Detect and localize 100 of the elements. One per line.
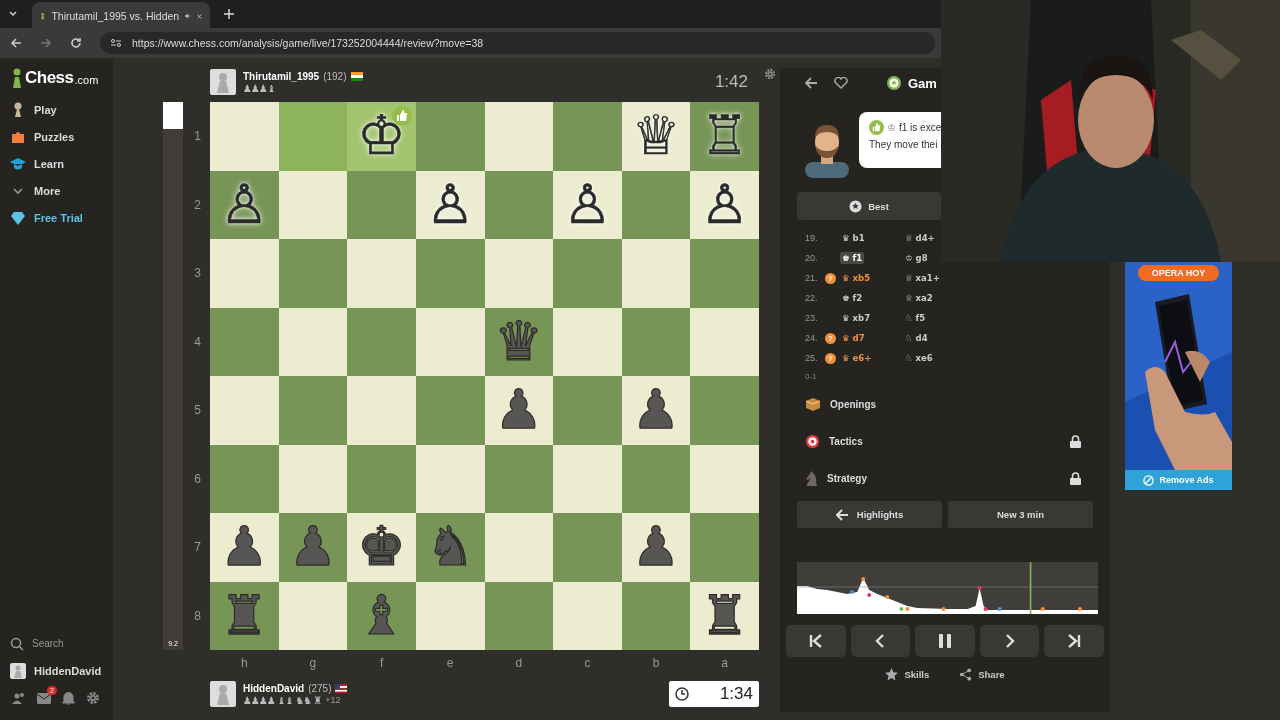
- board-square[interactable]: [278, 307, 348, 376]
- board-square[interactable]: ♟: [484, 376, 554, 445]
- chess-piece[interactable]: ♙: [220, 177, 269, 232]
- move[interactable]: ♛ e6+: [840, 352, 874, 364]
- move[interactable]: ♕ xa1+: [903, 272, 942, 284]
- board-square[interactable]: ♔: [347, 102, 416, 171]
- review-section[interactable]: Tactics: [797, 424, 1093, 458]
- board-square[interactable]: ♕: [621, 102, 691, 171]
- file-label: a: [720, 655, 730, 672]
- board-square[interactable]: [484, 170, 554, 239]
- board-square[interactable]: [484, 581, 554, 650]
- board-square[interactable]: ♙: [415, 170, 485, 239]
- board-square[interactable]: [484, 513, 554, 582]
- board-square[interactable]: [415, 307, 485, 376]
- move[interactable]: ♚ f1: [840, 252, 865, 264]
- board-square[interactable]: [621, 239, 691, 308]
- move[interactable]: ♘ f5: [903, 312, 928, 324]
- settings-icon[interactable]: [764, 68, 776, 80]
- first-move-button[interactable]: [786, 625, 846, 657]
- board-square[interactable]: [621, 307, 691, 376]
- board-square[interactable]: ♟: [621, 376, 691, 445]
- chess-piece[interactable]: ♟: [631, 383, 681, 438]
- chess-piece[interactable]: ♙: [563, 177, 612, 232]
- board-square[interactable]: ♟: [621, 513, 691, 582]
- move[interactable]: ♘ d4: [903, 332, 930, 344]
- pause-button[interactable]: [915, 625, 975, 657]
- sidebar-item[interactable]: More: [10, 177, 113, 204]
- new-tab-icon[interactable]: [224, 9, 234, 19]
- review-section[interactable]: Strategy: [797, 461, 1093, 495]
- board-square[interactable]: [278, 170, 348, 239]
- best-move-button[interactable]: Best: [797, 192, 941, 220]
- browser-tab[interactable]: Thirutamil_1995 vs. Hidden: [32, 2, 210, 30]
- board-square[interactable]: [484, 444, 554, 513]
- sidebar-item[interactable]: Learn: [10, 150, 113, 177]
- footer-link[interactable]: Share: [953, 667, 1011, 682]
- board-square[interactable]: ♚: [347, 513, 416, 582]
- board-square[interactable]: ♖: [690, 102, 759, 171]
- last-move-button[interactable]: [1044, 625, 1104, 657]
- move[interactable]: ♛ xb7: [840, 312, 873, 324]
- board-square[interactable]: ♜: [690, 581, 759, 650]
- chess-logo[interactable]: Chess.com: [10, 68, 99, 88]
- board-square[interactable]: [621, 444, 691, 513]
- board-square[interactable]: ♙: [690, 170, 759, 239]
- board-square[interactable]: [278, 376, 348, 445]
- reload-icon[interactable]: [70, 37, 82, 49]
- board-square[interactable]: [278, 444, 348, 513]
- chess-piece[interactable]: ♔: [357, 109, 406, 164]
- chess-piece[interactable]: ♙: [700, 177, 749, 232]
- player-name[interactable]: HiddenDavid: [243, 682, 305, 694]
- board-square[interactable]: [278, 239, 348, 308]
- chess-piece[interactable]: ♖: [700, 109, 749, 164]
- footer-link[interactable]: Skills: [879, 667, 936, 682]
- board-square[interactable]: [621, 170, 691, 239]
- back-arrow-icon[interactable]: [805, 77, 818, 89]
- friends-icon[interactable]: [12, 691, 26, 705]
- move[interactable]: ♔ g8: [903, 252, 930, 264]
- chess-piece[interactable]: ♜: [700, 588, 749, 643]
- player-name[interactable]: Thirutamil_1995: [243, 70, 320, 82]
- move[interactable]: ♛ d7: [840, 332, 867, 344]
- chess-piece[interactable]: ♚: [357, 520, 406, 575]
- review-section[interactable]: Openings: [797, 387, 1093, 421]
- chess-piece[interactable]: ♟: [494, 383, 543, 438]
- search-item[interactable]: Search: [10, 630, 113, 657]
- move[interactable]: ♕ xa2: [903, 292, 935, 304]
- move[interactable]: ♛ b1: [840, 232, 867, 244]
- board-square[interactable]: ♙: [553, 170, 622, 239]
- move[interactable]: ♛ xb5: [840, 272, 873, 284]
- avatar-icon: [210, 69, 236, 95]
- flag-icon: [335, 683, 348, 693]
- mail-icon[interactable]: [37, 692, 51, 704]
- sidebar-item[interactable]: Free Trial: [10, 204, 113, 231]
- address-bar[interactable]: https://www.chess.com/analysis/game/live/173252004444/review?move=38: [100, 32, 935, 54]
- speaker-icon[interactable]: [185, 11, 192, 21]
- highlights-button[interactable]: Highlights: [797, 501, 942, 528]
- new-game-button[interactable]: New 3 min: [948, 501, 1093, 528]
- chess-piece[interactable]: ♙: [425, 177, 475, 232]
- settings-icon[interactable]: [86, 691, 100, 705]
- heart-icon[interactable]: [834, 77, 848, 89]
- bell-icon[interactable]: [62, 691, 75, 705]
- tab-list-icon[interactable]: [8, 9, 18, 19]
- move[interactable]: ♚ f2: [840, 292, 865, 304]
- board-square[interactable]: [484, 102, 554, 171]
- profile-item[interactable]: HiddenDavid: [10, 657, 113, 684]
- board-square[interactable]: ♙: [210, 170, 279, 239]
- board-square[interactable]: [484, 239, 554, 308]
- move[interactable]: ♕ d4+: [903, 232, 937, 244]
- sidebar-item[interactable]: Play: [10, 96, 113, 123]
- sidebar-item[interactable]: Puzzles: [10, 123, 113, 150]
- chess-piece[interactable]: ♟: [220, 520, 269, 575]
- move[interactable]: ♘ xe6: [903, 352, 935, 364]
- forward-icon[interactable]: [40, 37, 52, 49]
- back-icon[interactable]: [10, 37, 22, 49]
- board-square[interactable]: ♟: [210, 513, 279, 582]
- board-square[interactable]: [278, 581, 348, 650]
- board-square[interactable]: [621, 581, 691, 650]
- chess-piece[interactable]: ♟: [631, 520, 681, 575]
- site-settings-icon[interactable]: [110, 38, 122, 48]
- chess-piece[interactable]: ♕: [631, 109, 681, 164]
- board-square[interactable]: [415, 581, 485, 650]
- board-square[interactable]: [415, 444, 485, 513]
